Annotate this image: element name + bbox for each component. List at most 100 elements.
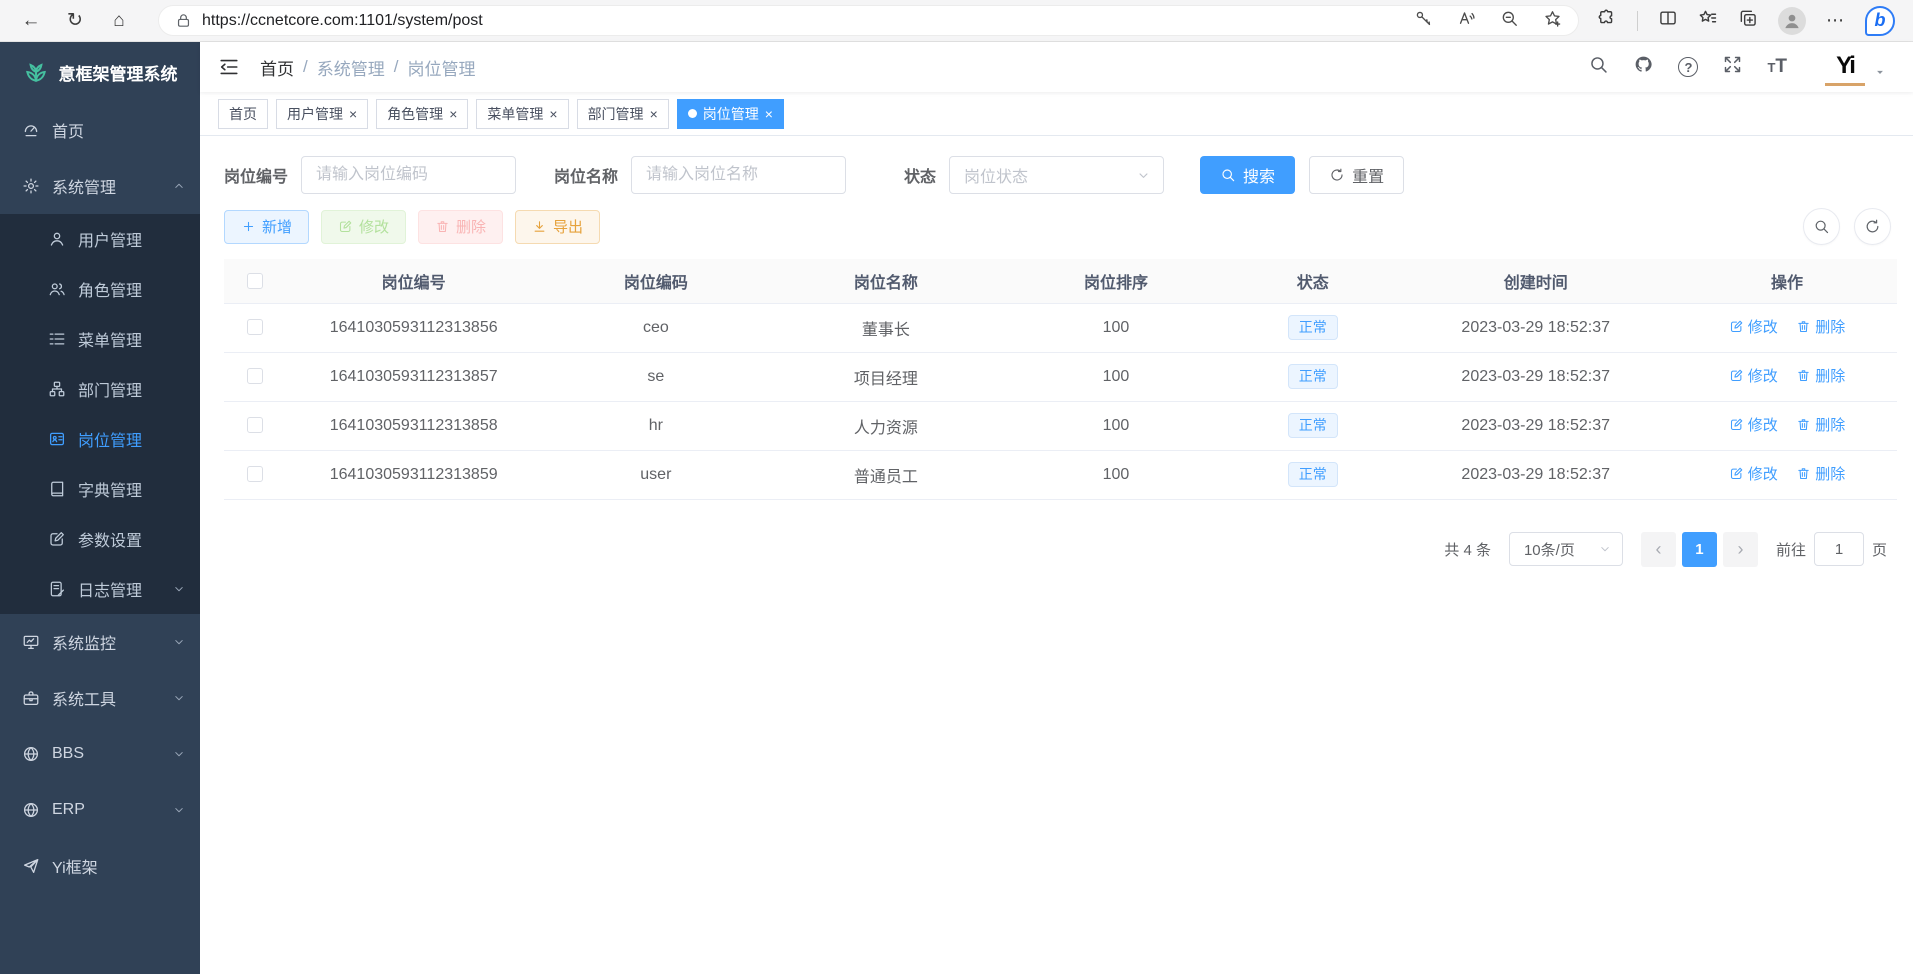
tab-role-management[interactable]: 角色管理 × — [376, 99, 468, 129]
page-content: 岗位编号 岗位名称 状态 岗位状态 搜索 重置 — [200, 136, 1913, 974]
user-menu[interactable]: Yi — [1825, 48, 1887, 86]
close-icon[interactable]: × — [449, 107, 457, 121]
goto-page-input[interactable] — [1814, 532, 1864, 566]
browser-profile-avatar[interactable] — [1778, 7, 1806, 35]
close-icon[interactable]: × — [650, 107, 658, 121]
sidebar-item-bbs[interactable]: BBS — [0, 726, 200, 782]
reset-button[interactable]: 重置 — [1309, 156, 1404, 194]
close-icon[interactable]: × — [765, 107, 773, 121]
tab-post-management[interactable]: 岗位管理 × — [677, 99, 784, 129]
github-icon[interactable] — [1633, 54, 1654, 80]
sidebar-item-monitor[interactable]: 系统监控 — [0, 614, 200, 670]
status-select[interactable]: 岗位状态 — [949, 156, 1164, 194]
refresh-table-button[interactable] — [1854, 208, 1891, 245]
page-size-select[interactable]: 10条/页 — [1509, 532, 1623, 566]
edit-button[interactable]: 修改 — [321, 210, 406, 244]
sidebar-item-users[interactable]: 用户管理 — [0, 214, 200, 264]
browser-settings-icon[interactable]: ⋯ — [1826, 10, 1845, 31]
fullscreen-icon[interactable] — [1722, 54, 1743, 80]
browser-back-button[interactable]: ← — [14, 4, 48, 38]
delete-link[interactable]: 删除 — [1796, 414, 1845, 435]
sidebar-item-departments[interactable]: 部门管理 — [0, 364, 200, 414]
tab-home[interactable]: 首页 — [218, 99, 268, 129]
favorites-icon[interactable] — [1698, 8, 1718, 33]
bing-chat-icon[interactable]: b — [1865, 6, 1895, 36]
breadcrumb-home[interactable]: 首页 — [260, 55, 294, 80]
row-checkbox[interactable] — [247, 417, 263, 433]
sidebar-item-roles[interactable]: 角色管理 — [0, 264, 200, 314]
row-checkbox[interactable] — [247, 466, 263, 482]
search-button[interactable]: 搜索 — [1200, 156, 1295, 194]
zoom-out-icon[interactable] — [1500, 9, 1519, 33]
sidebar-item-tools[interactable]: 系统工具 — [0, 670, 200, 726]
user-avatar[interactable]: Yi — [1825, 48, 1865, 86]
tab-dept-management[interactable]: 部门管理 × — [577, 99, 669, 129]
post-name-input[interactable] — [631, 156, 846, 194]
tags-view-bar: 首页 用户管理 × 角色管理 × 菜单管理 × 部门管理 × — [200, 92, 1913, 136]
collections-icon[interactable] — [1738, 8, 1758, 33]
next-page-button[interactable]: › — [1723, 532, 1758, 567]
row-checkbox[interactable] — [247, 368, 263, 384]
status-label: 状态 — [904, 163, 936, 187]
sidebar-item-system[interactable]: 系统管理 — [0, 158, 200, 214]
edit-link[interactable]: 修改 — [1729, 463, 1778, 484]
tab-menu-management[interactable]: 菜单管理 × — [476, 99, 568, 129]
toggle-search-button[interactable] — [1803, 208, 1840, 245]
export-button[interactable]: 导出 — [515, 210, 600, 244]
tab-user-management[interactable]: 用户管理 × — [276, 99, 368, 129]
password-key-icon[interactable] — [1414, 9, 1433, 33]
header-post-sort: 岗位排序 — [1001, 259, 1231, 303]
header-search-icon[interactable] — [1588, 54, 1609, 80]
refresh-icon — [1864, 218, 1881, 235]
edit-link[interactable]: 修改 — [1729, 414, 1778, 435]
post-code-input[interactable] — [301, 156, 516, 194]
edit-square-icon — [48, 530, 66, 548]
address-bar[interactable]: https://ccnetcore.com:1101/system/post — [158, 5, 1579, 36]
select-all-checkbox[interactable] — [247, 273, 263, 289]
sidebar-item-posts[interactable]: 岗位管理 — [0, 414, 200, 464]
delete-link[interactable]: 删除 — [1796, 316, 1845, 337]
split-screen-icon[interactable] — [1658, 8, 1678, 33]
help-icon[interactable]: ? — [1678, 57, 1698, 77]
sidebar-fold-icon[interactable] — [218, 56, 240, 78]
sidebar-item-erp[interactable]: ERP — [0, 782, 200, 838]
status-badge: 正常 — [1288, 413, 1338, 438]
sidebar-item-home[interactable]: 首页 — [0, 102, 200, 158]
sidebar-item-menus[interactable]: 菜单管理 — [0, 314, 200, 364]
sidebar-item-logs[interactable]: 日志管理 — [0, 564, 200, 614]
download-icon — [532, 219, 547, 234]
font-size-icon[interactable]: TT — [1767, 56, 1787, 78]
add-button[interactable]: 新增 — [224, 210, 309, 244]
url-text[interactable]: https://ccnetcore.com:1101/system/post — [202, 12, 1404, 30]
sidebar-menu: 首页 系统管理 用户管理 角色管理 — [0, 102, 200, 974]
page-number-button[interactable]: 1 — [1682, 532, 1717, 567]
site-info-lock-icon[interactable] — [175, 12, 192, 29]
header-post-id: 岗位编号 — [287, 259, 541, 303]
edit-icon — [1729, 368, 1744, 383]
delete-link[interactable]: 删除 — [1796, 365, 1845, 386]
prev-page-button[interactable]: ‹ — [1641, 532, 1676, 567]
delete-link[interactable]: 删除 — [1796, 463, 1845, 484]
chevron-down-icon — [172, 803, 186, 817]
edit-link[interactable]: 修改 — [1729, 316, 1778, 337]
sidebar-item-yi-framework[interactable]: Yi框架 — [0, 838, 200, 894]
breadcrumb-system[interactable]: 系统管理 — [317, 55, 385, 80]
status-badge: 正常 — [1288, 364, 1338, 389]
close-icon[interactable]: × — [549, 107, 557, 121]
extensions-icon[interactable] — [1597, 8, 1617, 33]
close-icon[interactable]: × — [349, 107, 357, 121]
row-checkbox[interactable] — [247, 319, 263, 335]
delete-button[interactable]: 删除 — [418, 210, 503, 244]
search-form: 岗位编号 岗位名称 状态 岗位状态 搜索 重置 — [224, 156, 1897, 194]
sidebar-item-dictionary[interactable]: 字典管理 — [0, 464, 200, 514]
add-favorite-icon[interactable] — [1543, 9, 1562, 33]
browser-refresh-button[interactable]: ↻ — [58, 4, 92, 38]
globe-icon — [22, 801, 40, 819]
sidebar-item-parameters[interactable]: 参数设置 — [0, 514, 200, 564]
globe-icon — [22, 745, 40, 763]
post-code-label: 岗位编号 — [224, 163, 288, 187]
browser-home-button[interactable]: ⌂ — [102, 4, 136, 38]
search-icon — [1220, 167, 1236, 183]
edit-link[interactable]: 修改 — [1729, 365, 1778, 386]
read-aloud-icon[interactable] — [1457, 9, 1476, 33]
